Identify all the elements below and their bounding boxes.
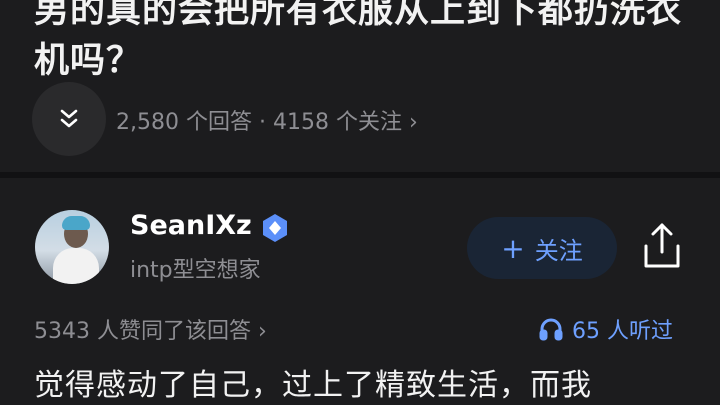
answers-count: 2,580 个回答 — [116, 110, 252, 135]
answer-text-preview[interactable]: 觉得感动了自己，过上了精致生活，而我 — [34, 360, 714, 404]
plus-icon: + — [501, 231, 525, 265]
likes-count[interactable]: 5343 人赞同了该回答 › — [34, 313, 267, 345]
listens-count[interactable]: 65 人听过 — [538, 313, 673, 345]
author-name[interactable]: SeanIXz — [130, 210, 252, 241]
avatar-hair — [62, 216, 90, 230]
meta-separator: · — [258, 110, 266, 135]
chevron-right-icon: › — [408, 110, 418, 135]
question-title[interactable]: 男的真的会把所有衣服从上到下都扔洗衣机吗？ — [34, 0, 694, 86]
headphone-icon — [539, 318, 563, 341]
chevron-down-icon — [60, 109, 78, 128]
avatar-body — [53, 248, 99, 284]
follow-label: 关注 — [534, 236, 583, 265]
author-bio: intp型空想家 — [130, 258, 261, 283]
collapse-button[interactable] — [32, 82, 106, 156]
share-icon[interactable] — [640, 222, 684, 270]
followers-count: 4158 个关注 — [272, 110, 402, 135]
chevron-right-icon: › — [257, 319, 267, 344]
likes-text: 5343 人赞同了该回答 — [34, 319, 251, 344]
avatar[interactable] — [35, 210, 109, 284]
question-meta[interactable]: 2,580 个回答 · 4158 个关注 › — [116, 104, 418, 136]
follow-button[interactable]: + 关注 — [467, 217, 617, 279]
verified-badge-icon — [263, 214, 287, 242]
listens-text: 65 人听过 — [572, 319, 673, 344]
section-divider — [0, 172, 720, 178]
